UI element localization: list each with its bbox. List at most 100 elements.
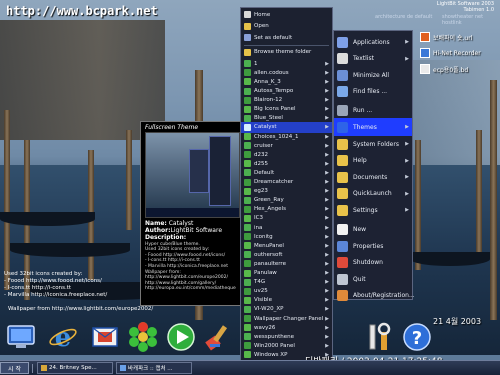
taskbar-task[interactable]: 바캐파크 :: 캡처 ... bbox=[116, 362, 192, 374]
submenu-item-about-registration[interactable]: About/Registration... bbox=[334, 287, 415, 305]
submenu-arrow-icon: ▶ bbox=[325, 60, 329, 67]
submenu-item-help[interactable]: Help ▶ bbox=[334, 152, 412, 170]
submenu-item-quit[interactable]: Quit bbox=[334, 270, 412, 288]
submenu-arrow-icon: ▶ bbox=[325, 279, 329, 286]
recorder-icon bbox=[420, 48, 430, 58]
submenu-arrow-icon: ▶ bbox=[325, 78, 329, 85]
taskbar-task[interactable]: 24. Britney Spe... bbox=[37, 362, 113, 374]
submenu-item-themes[interactable]: Themes ▶ bbox=[334, 118, 412, 137]
tools-icon[interactable] bbox=[364, 322, 394, 352]
menu-item-home[interactable]: Home bbox=[241, 9, 332, 20]
submenu-item-label: Run ... bbox=[353, 107, 373, 115]
themes-icon bbox=[337, 121, 348, 133]
submenu-item-label: Applications bbox=[353, 38, 390, 46]
submenu-arrow-icon: ▶ bbox=[325, 169, 329, 176]
documents-icon bbox=[337, 171, 348, 183]
menu-item-label: IC3 bbox=[254, 215, 263, 222]
icq-flower-icon[interactable] bbox=[128, 322, 158, 352]
submenu-arrow-icon: ▶ bbox=[325, 270, 329, 277]
submenu-item-quicklaunch[interactable]: QuickLaunch ▶ bbox=[334, 185, 412, 203]
submenu-arrow-icon: ▶ bbox=[325, 288, 329, 295]
wallpaper-pole bbox=[490, 80, 497, 320]
menu-item-browse-theme-folder[interactable]: Browse theme folder bbox=[241, 47, 332, 58]
preview-desc-lines: Hyper cube/Blue theme. Used 32bit icons c… bbox=[145, 242, 242, 292]
submenu-arrow-icon: ▶ bbox=[325, 251, 329, 258]
preview-author-label: Author: bbox=[145, 227, 171, 234]
submenu-item-label: Find files ... bbox=[353, 88, 388, 96]
menu-item-label: VI-W20_XP bbox=[254, 306, 284, 313]
task-app-icon bbox=[41, 365, 47, 371]
preview-description: Description: Hyper cube/Blue theme. Used … bbox=[145, 235, 242, 292]
url-icon bbox=[420, 32, 430, 42]
submenu-item-label: Shutdown bbox=[353, 259, 383, 267]
submenu-item-shutdown[interactable]: Shutdown bbox=[334, 254, 412, 272]
desktop-icon[interactable]: ecp용0폴.bd bbox=[420, 62, 500, 76]
media-play-icon[interactable] bbox=[166, 322, 196, 352]
desktop-icon[interactable]: 보배파이 숏.url bbox=[420, 30, 500, 44]
paint-brush-icon[interactable] bbox=[204, 322, 234, 352]
theme-preview-image bbox=[145, 132, 240, 218]
preview-mini-taskbar bbox=[146, 208, 239, 217]
submenu-item-label: Textlist bbox=[353, 55, 374, 63]
submenu-item-system-folders[interactable]: System Folders ▶ bbox=[334, 135, 412, 153]
help-question-icon[interactable]: ? bbox=[402, 322, 432, 352]
preview-mini-menu bbox=[209, 136, 231, 206]
submenu-item-applications[interactable]: Applications ▶ bbox=[334, 33, 412, 51]
submenu-arrow-icon: ▶ bbox=[405, 190, 409, 197]
home-icon bbox=[244, 11, 251, 19]
preview-name-label: Name: bbox=[145, 220, 167, 227]
wallpaper-gondola bbox=[0, 212, 95, 226]
menu-item-label: Choices_1024_1 bbox=[254, 133, 299, 140]
top-link[interactable]: showtheater net hostlink bbox=[442, 14, 495, 26]
menu-item-label: Wallpaper Changer Panel bbox=[254, 315, 324, 322]
menu-item-label: Catalyst bbox=[254, 124, 277, 131]
preview-title: Fullscreen Theme bbox=[145, 124, 199, 131]
start-button-label: 시 작 bbox=[8, 365, 21, 373]
credit-line: - I-cons.tt http://i-cons.tt bbox=[4, 285, 72, 291]
svg-text:?: ? bbox=[412, 328, 422, 349]
menu-item-label: outhersoft bbox=[254, 251, 283, 258]
mail-icon[interactable] bbox=[90, 322, 120, 352]
menu-item-set-as-default[interactable]: Set as default bbox=[241, 32, 332, 43]
submenu-item-new[interactable]: New bbox=[334, 220, 412, 238]
about-icon bbox=[337, 290, 348, 302]
desktop-icon-label: 보배파이 숏.url bbox=[433, 34, 473, 42]
submenu-item-run[interactable]: Run ... bbox=[334, 102, 412, 120]
internet-explorer-icon[interactable]: e bbox=[48, 322, 78, 352]
wallpaper-gondola bbox=[410, 252, 490, 266]
submenu-arrow-icon: ▶ bbox=[325, 151, 329, 158]
submenu-item-label: Help bbox=[353, 157, 367, 165]
site-logo-text[interactable]: http://www.bcpark.net bbox=[6, 4, 158, 18]
submenu-item-settings[interactable]: Settings ▶ bbox=[334, 201, 412, 219]
start-button[interactable]: 시 작 bbox=[0, 362, 29, 374]
menu-item-label: uv25 bbox=[254, 288, 268, 295]
desktop-icon[interactable]: Hi-Net Recorder bbox=[420, 46, 500, 60]
brand-label: LightBit Software 2003 Tabimen 1.0 bbox=[437, 1, 494, 13]
task-app-icon bbox=[120, 365, 126, 371]
quit-icon bbox=[337, 273, 348, 285]
menu-item-label: Autoss_Tempo bbox=[254, 88, 294, 95]
menu-item-label: d232 bbox=[254, 151, 268, 158]
top-link[interactable]: architecture de default bbox=[375, 14, 432, 20]
system-folders-icon bbox=[337, 138, 348, 150]
menu-item-label: Iconitg bbox=[254, 233, 273, 240]
submenu-arrow-icon: ▶ bbox=[325, 224, 329, 231]
menu-item-label: Dreamcatcher bbox=[254, 179, 294, 186]
submenu-item-find-files[interactable]: Find files ... bbox=[334, 83, 412, 101]
properties-icon bbox=[337, 240, 348, 252]
submenu-arrow-icon: ▶ bbox=[325, 188, 329, 195]
submenu-arrow-icon: ▶ bbox=[325, 179, 329, 186]
preview-mini-submenu bbox=[189, 149, 209, 193]
submenu-arrow-icon: ▶ bbox=[325, 306, 329, 313]
submenu-item-documents[interactable]: Documents ▶ bbox=[334, 168, 412, 186]
submenu-item-textlist[interactable]: Textlist ▶ bbox=[334, 50, 412, 68]
submenu-arrow-icon: ▶ bbox=[325, 315, 329, 322]
submenu-item-label: Quit bbox=[353, 275, 366, 283]
submenu-item-properties[interactable]: Properties bbox=[334, 237, 412, 255]
monitor-icon[interactable] bbox=[6, 322, 36, 352]
submenu-item-minimize-all[interactable]: Minimize All bbox=[334, 66, 412, 84]
launcher-submenu: Applications ▶ Textlist ▶ Minimize All Find f… bbox=[333, 30, 415, 302]
menu-item-open[interactable]: Open bbox=[241, 21, 332, 32]
shutdown-icon bbox=[337, 257, 348, 269]
find-files-icon bbox=[337, 86, 348, 98]
